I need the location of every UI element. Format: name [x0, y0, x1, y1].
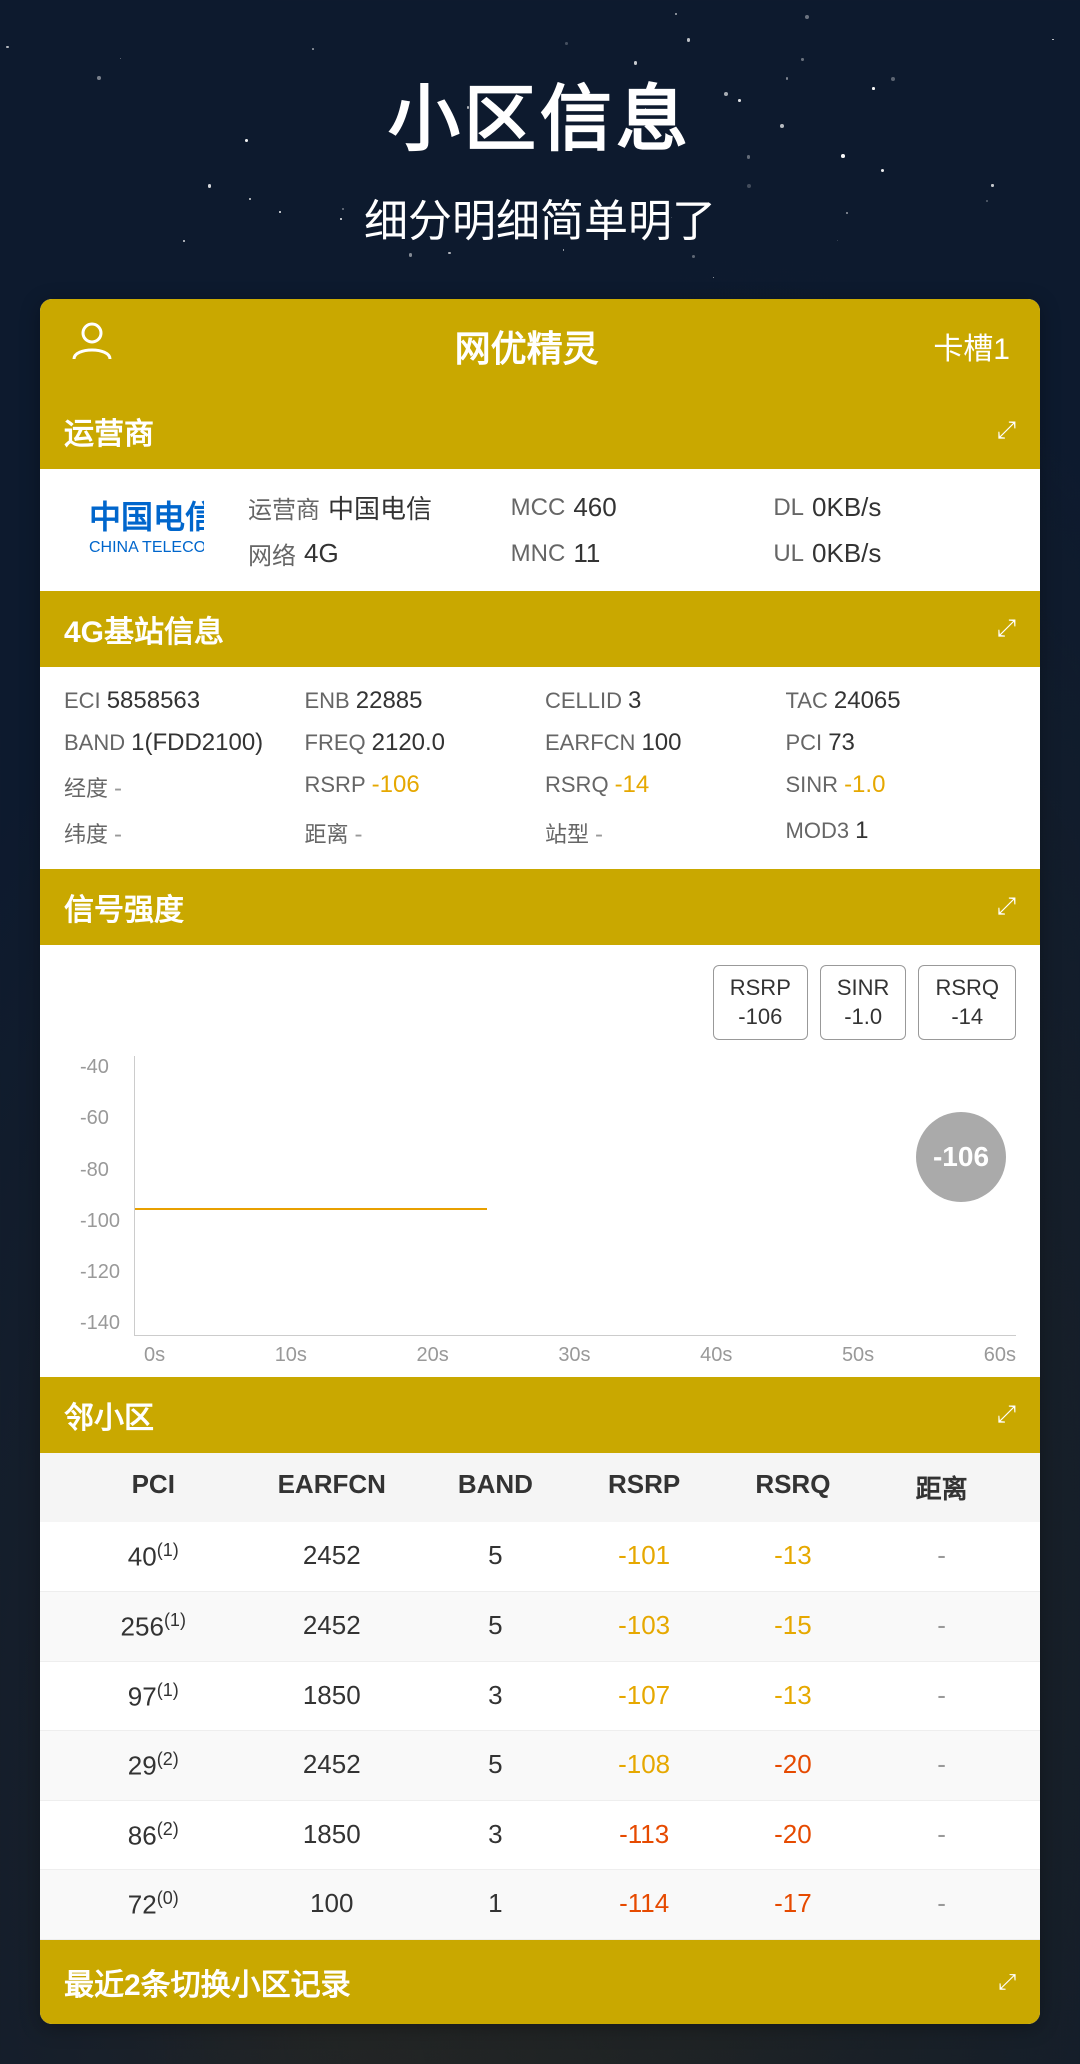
mcc-label: MCC: [511, 494, 566, 522]
mcc-value: 460: [573, 492, 616, 523]
operator-section-header[interactable]: 运营商 ⤢: [40, 393, 1040, 469]
dl-label: DL: [773, 494, 804, 522]
svg-text:中国电信: 中国电信: [89, 500, 204, 535]
dl-value: 0KB/s: [812, 492, 881, 523]
signal-title: 信号强度: [64, 885, 184, 929]
operator-logo: 中国电信 CHINA TELECOM: [64, 500, 224, 560]
svg-text:CHINA TELECOM: CHINA TELECOM: [89, 539, 204, 556]
net-value: 4G: [304, 538, 339, 569]
station-field: PCI73: [786, 729, 1017, 757]
mnc-label: MNC: [511, 540, 566, 568]
station-field: FREQ2120.0: [305, 729, 536, 757]
table-col-header: PCI: [64, 1469, 243, 1506]
station-field: RSRP-106: [305, 771, 536, 803]
station-field: EARFCN100: [545, 729, 776, 757]
signal-badge[interactable]: RSRQ-14: [918, 965, 1016, 1040]
main-card: 网优精灵 卡槽1 运营商 ⤢ 中国电信 CHINA TELECOM: [40, 299, 1040, 2024]
table-row: 256(1) 2452 5 -103 -15 -: [40, 1592, 1040, 1662]
signal-badge[interactable]: SINR-1.0: [820, 965, 907, 1040]
chart-area: -40-60-80-100-120-140 -106: [134, 1056, 1016, 1336]
chart-badges: RSRP-106SINR-1.0RSRQ-14: [64, 965, 1016, 1040]
ul-label: UL: [773, 540, 804, 568]
station-field: SINR-1.0: [786, 771, 1017, 803]
app-header: 网优精灵 卡槽1: [40, 299, 1040, 393]
mnc-value: 11: [573, 538, 600, 569]
neighbor-expand-icon: ⤢: [997, 1401, 1016, 1429]
table-row: 97(1) 1850 3 -107 -13 -: [40, 1662, 1040, 1732]
station-field: MOD31: [786, 817, 1017, 849]
bottom-section-header[interactable]: 最近2条切换小区记录 ⤢: [40, 1940, 1040, 2024]
chart-section: RSRP-106SINR-1.0RSRQ-14 -40-60-80-100-12…: [40, 945, 1040, 1377]
op-value: 中国电信: [328, 489, 432, 526]
net-label: 网络: [248, 536, 296, 571]
user-icon: [70, 319, 120, 373]
chart-bubble: -106: [916, 1112, 1006, 1202]
station-field: 站型-: [545, 817, 776, 849]
station-field: TAC24065: [786, 687, 1017, 715]
operator-title: 运营商: [64, 409, 154, 453]
station-body: ECI5858563 ENB22885 CELLID3 TAC24065 BAND1(F…: [40, 667, 1040, 869]
bottom-expand-icon: ⤢: [998, 1969, 1016, 1995]
chart-line: [135, 1208, 487, 1210]
page-subtitle: 细分明细简单明了: [40, 185, 1040, 249]
station-field: BAND1(FDD2100): [64, 729, 295, 757]
signal-expand-icon: ⤢: [997, 893, 1016, 921]
table-col-header: 距离: [867, 1469, 1016, 1506]
slot-label: 卡槽1: [933, 324, 1010, 368]
station-field: ECI5858563: [64, 687, 295, 715]
table-col-header: BAND: [421, 1469, 570, 1506]
table-row: 40(1) 2452 5 -101 -13 -: [40, 1522, 1040, 1592]
signal-section-header[interactable]: 信号强度 ⤢: [40, 869, 1040, 945]
ul-value: 0KB/s: [812, 538, 881, 569]
operator-body: 中国电信 CHINA TELECOM 运营商 中国电信 MCC 460: [40, 469, 1040, 591]
table-header: PCIEARFCNBANDRSRPRSRQ距离: [40, 1453, 1040, 1522]
page-title: 小区信息: [40, 60, 1040, 165]
station-title: 4G基站信息: [64, 607, 224, 651]
neighbor-table: PCIEARFCNBANDRSRPRSRQ距离 40(1) 2452 5 -10…: [40, 1453, 1040, 1940]
bottom-title: 最近2条切换小区记录: [64, 1960, 351, 2004]
station-field: 纬度-: [64, 817, 295, 849]
x-labels: 0s10s20s30s40s50s60s: [134, 1344, 1016, 1367]
station-field: RSRQ-14: [545, 771, 776, 803]
station-field: 经度-: [64, 771, 295, 803]
station-section-header[interactable]: 4G基站信息 ⤢: [40, 591, 1040, 667]
table-row: 86(2) 1850 3 -113 -20 -: [40, 1801, 1040, 1871]
signal-badge[interactable]: RSRP-106: [713, 965, 808, 1040]
op-label: 运营商: [248, 490, 320, 525]
table-col-header: RSRQ: [719, 1469, 868, 1506]
table-col-header: EARFCN: [243, 1469, 422, 1506]
y-labels: -40-60-80-100-120-140: [80, 1056, 120, 1335]
station-expand-icon: ⤢: [997, 615, 1016, 643]
neighbor-title: 邻小区: [64, 1393, 154, 1437]
operator-info: 运营商 中国电信 MCC 460 DL 0KB/s 网络 4G: [248, 489, 1016, 571]
station-field: 距离-: [305, 817, 536, 849]
neighbor-section-header[interactable]: 邻小区 ⤢: [40, 1377, 1040, 1453]
table-row: 29(2) 2452 5 -108 -20 -: [40, 1731, 1040, 1801]
operator-expand-icon: ⤢: [997, 417, 1016, 445]
table-row: 72(0) 100 1 -114 -17 -: [40, 1870, 1040, 1940]
station-field: ENB22885: [305, 687, 536, 715]
table-col-header: RSRP: [570, 1469, 719, 1506]
station-field: CELLID3: [545, 687, 776, 715]
app-name: 网优精灵: [120, 320, 933, 372]
